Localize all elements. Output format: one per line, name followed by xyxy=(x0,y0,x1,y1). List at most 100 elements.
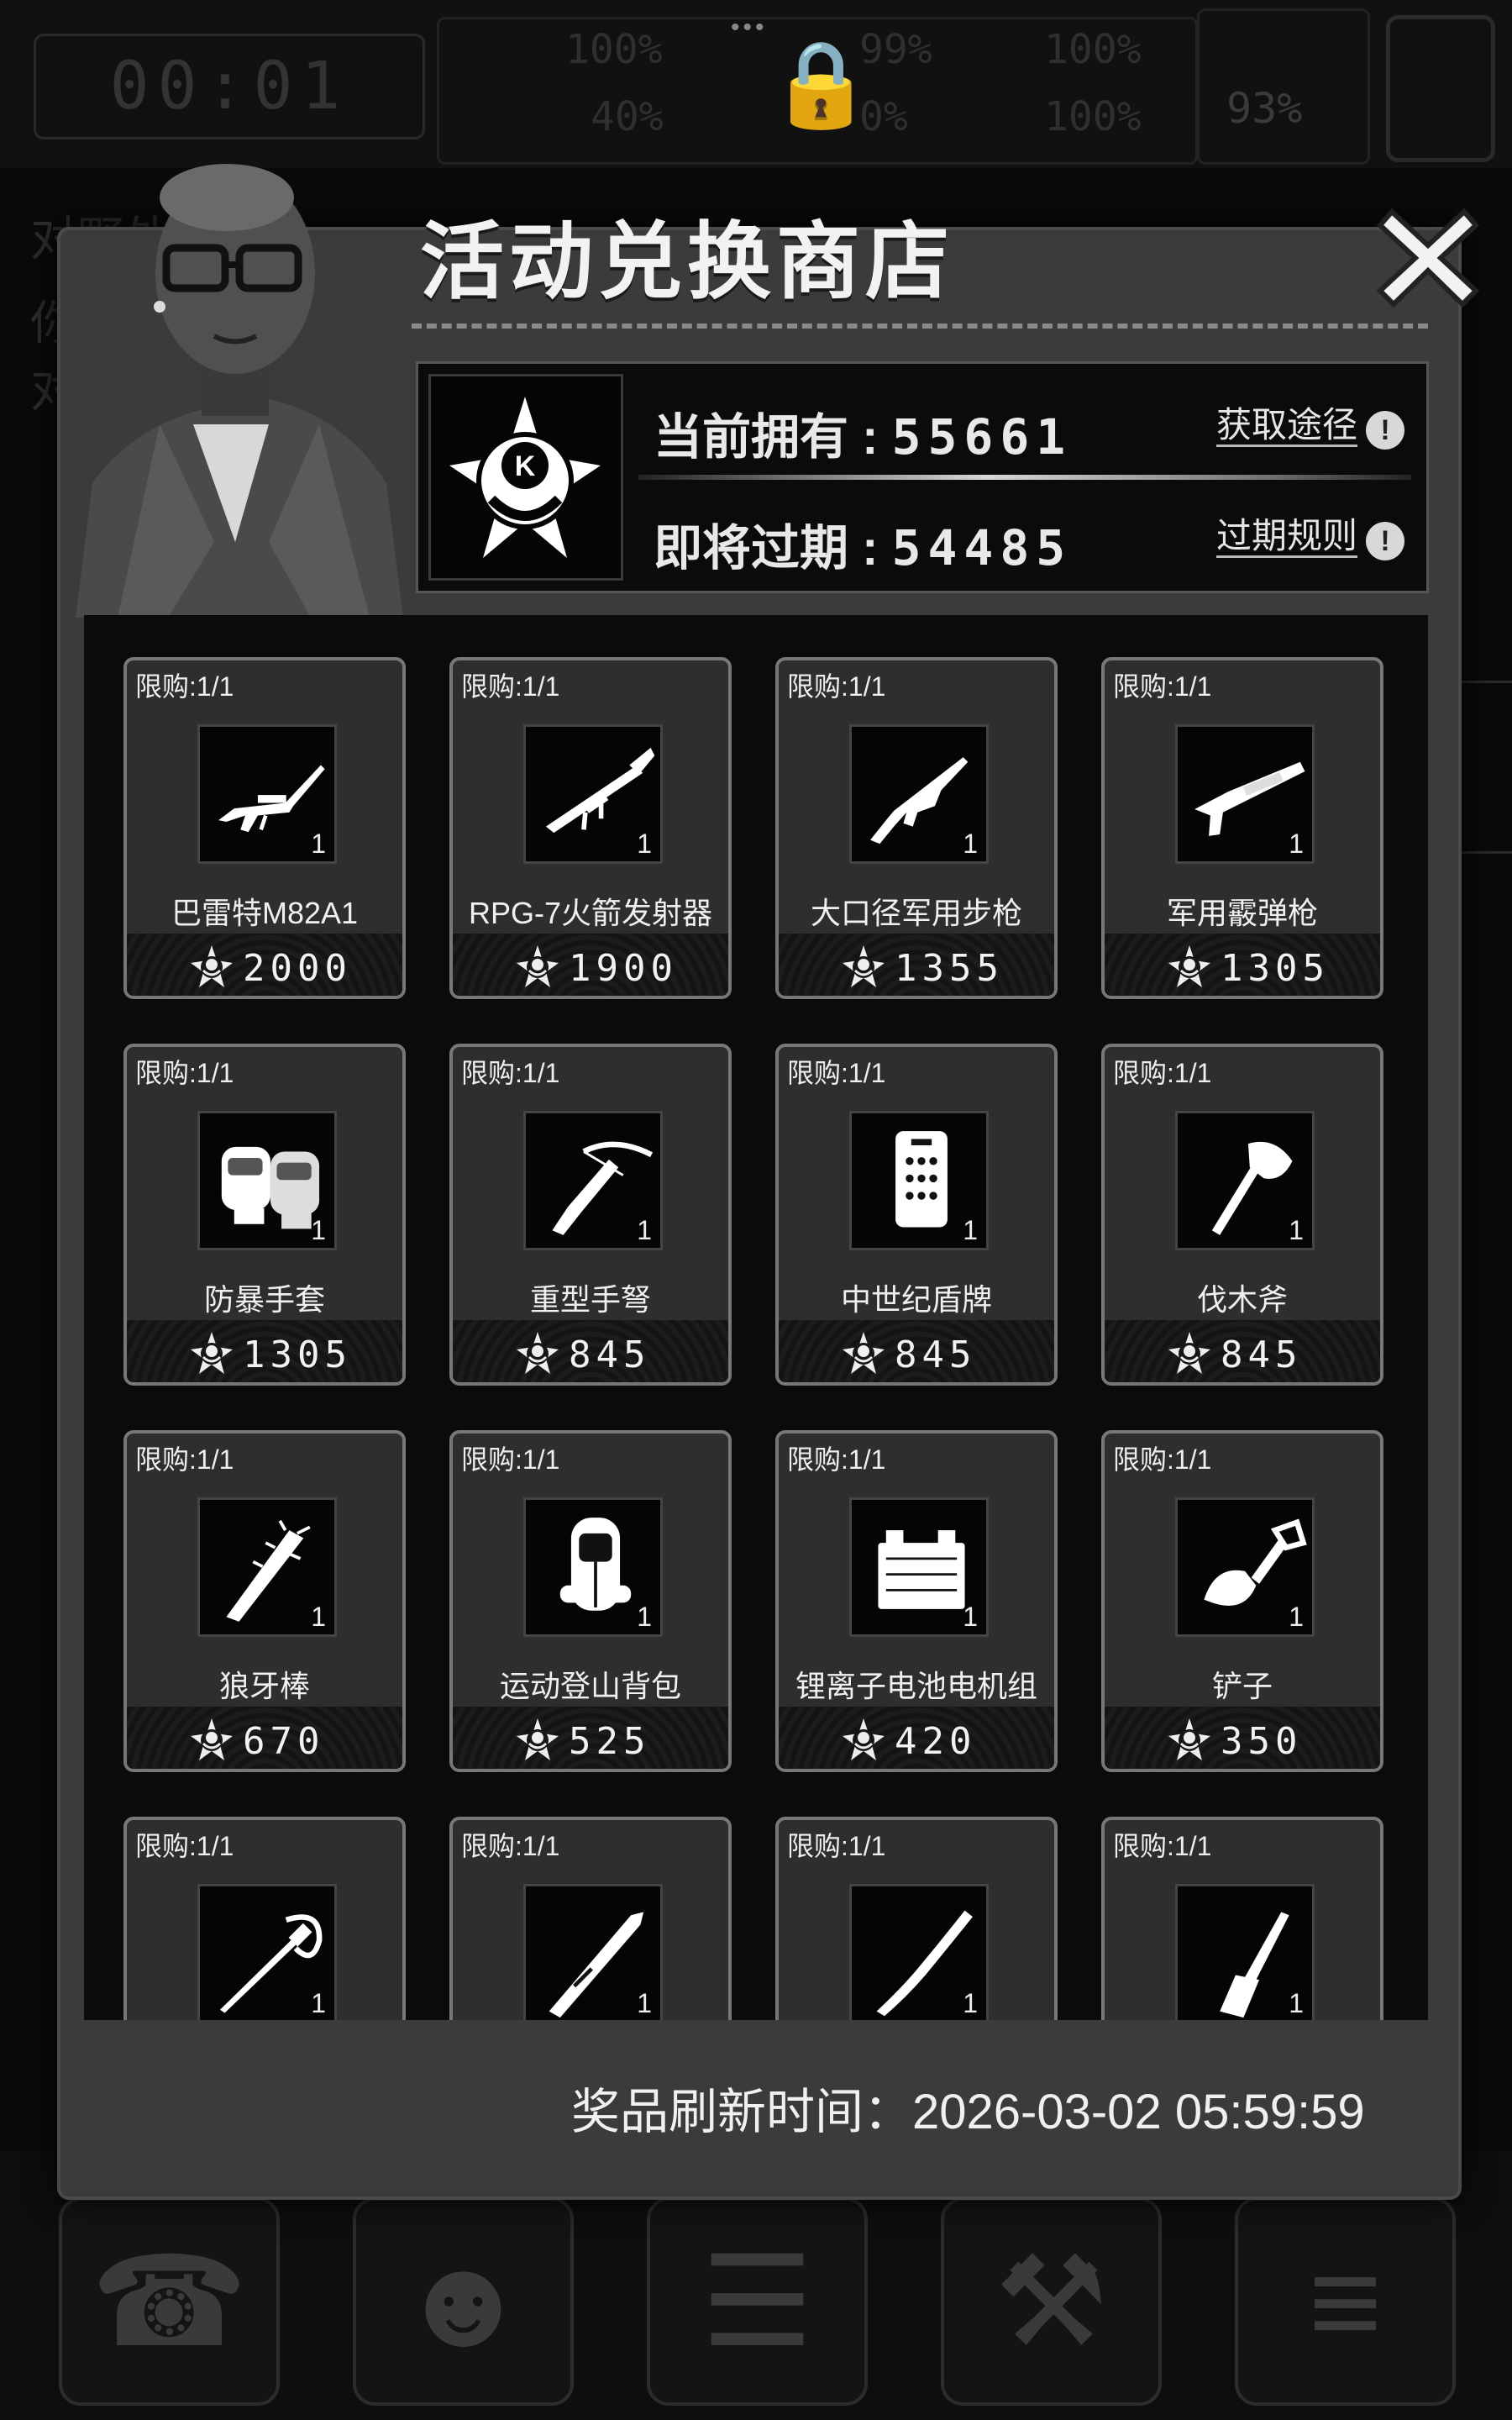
shop-item-card[interactable]: 限购:1/1 1 RPG-7火箭发射器 1900 xyxy=(449,657,732,999)
more-dots-icon[interactable]: ••• xyxy=(731,13,768,42)
item-quantity: 1 xyxy=(311,829,326,859)
npc-portrait xyxy=(76,164,403,618)
item-icon-frame: 1 xyxy=(1175,724,1315,864)
item-quantity: 1 xyxy=(963,1988,978,2018)
purchase-limit: 限购:1/1 xyxy=(787,671,886,702)
shop-item-card[interactable]: 限购:1/1 1 大口径军用步枪 1355 xyxy=(775,657,1058,999)
purchase-limit: 限购:1/1 xyxy=(461,1444,560,1475)
info-icon[interactable]: ! xyxy=(1366,522,1404,560)
item-name: 大口径军用步枪 xyxy=(810,896,1022,930)
currency-divider xyxy=(638,475,1411,480)
item-price: 350 xyxy=(1221,1720,1303,1763)
item-name: 中世纪盾牌 xyxy=(840,1282,992,1317)
item-name: 巴雷特M82A1 xyxy=(171,896,359,930)
nav-skills-button[interactable]: ☻ xyxy=(353,2197,574,2406)
item-price: 845 xyxy=(895,1334,977,1376)
item-name: 军用霰弹枪 xyxy=(1166,896,1318,930)
price-bar: 845 xyxy=(779,1320,1054,1382)
shop-item-card[interactable]: 限购:1/1 1 巴雷特M82A1 2000 xyxy=(123,657,406,999)
item-quantity: 1 xyxy=(1289,829,1304,859)
expiring-label: 即将过期 xyxy=(654,521,849,576)
hud-status-percent: 93% xyxy=(1226,84,1303,133)
purchase-limit: 限购:1/1 xyxy=(1113,671,1212,702)
token-coin-icon xyxy=(843,1718,885,1760)
item-price: 1305 xyxy=(243,1334,352,1376)
item-quantity: 1 xyxy=(637,829,652,859)
item-icon-frame: 1 xyxy=(197,1884,337,2020)
item-icon-frame: 1 xyxy=(1175,1111,1315,1250)
item-price: 1355 xyxy=(895,947,1004,990)
item-quantity: 1 xyxy=(637,1602,652,1632)
item-name: 防暴手套 xyxy=(203,1282,325,1317)
item-quantity: 1 xyxy=(1289,1602,1304,1632)
token-coin-icon xyxy=(1168,1332,1210,1374)
shop-item-card[interactable]: 限购:1/1 1 伐木斧 845 xyxy=(1101,1044,1383,1386)
phone-icon[interactable] xyxy=(1386,15,1495,162)
item-price: 1305 xyxy=(1221,947,1330,990)
close-icon xyxy=(1376,208,1480,308)
item-name: 狼牙棒 xyxy=(218,1669,310,1703)
menu-list-icon: ≡ xyxy=(1308,2231,1383,2372)
shop-item-card[interactable]: 限购:1/1 1 xyxy=(123,1817,406,2020)
top-hud: 00:01 100% 99% 100% 40% 0% 100% 🔒 ••• 93… xyxy=(0,0,1512,168)
item-icon-frame: 1 xyxy=(197,1111,337,1250)
item-icon-frame: 1 xyxy=(849,1497,989,1637)
shop-item-card[interactable]: 限购:1/1 1 重型手弩 845 xyxy=(449,1044,732,1386)
item-quantity: 1 xyxy=(1289,1215,1304,1245)
cart-icon: ⚒ xyxy=(995,2231,1108,2372)
item-icon-frame: 1 xyxy=(1175,1497,1315,1637)
item-icon-frame: 1 xyxy=(197,724,337,864)
brain-icon: ☻ xyxy=(396,2231,530,2372)
shop-item-card[interactable]: 限购:1/1 1 军用霰弹枪 1305 xyxy=(1101,657,1383,999)
token-coin-icon xyxy=(1168,945,1210,987)
item-grid[interactable]: 限购:1/1 1 巴雷特M82A1 2000 限购:1/1 1 RPG-7火箭发射器 1900… xyxy=(84,615,1428,2020)
item-quantity: 1 xyxy=(311,1602,326,1632)
shop-item-card[interactable]: 限购:1/1 1 xyxy=(775,1817,1058,2020)
expire-rules-link[interactable]: 过期规则 xyxy=(1216,516,1358,559)
token-coin-icon xyxy=(517,945,559,987)
item-price: 420 xyxy=(895,1720,977,1763)
shop-item-card[interactable]: 限购:1/1 1 铲子 350 xyxy=(1101,1430,1383,1772)
token-coin-icon xyxy=(191,945,233,987)
price-bar: 420 xyxy=(779,1707,1054,1769)
shop-item-card[interactable]: 限购:1/1 1 xyxy=(449,1817,732,2020)
item-price: 845 xyxy=(1221,1334,1303,1376)
nav-menu-button[interactable]: ≡ xyxy=(1235,2197,1456,2406)
item-icon-frame: 1 xyxy=(197,1497,337,1637)
shop-item-card[interactable]: 限购:1/1 1 防暴手套 1305 xyxy=(123,1044,406,1386)
owned-row: 当前拥有 : 55661 xyxy=(654,408,1073,466)
shop-item-card[interactable]: 限购:1/1 1 锂离子电池电机组 420 xyxy=(775,1430,1058,1772)
lock-icon: 🔒 xyxy=(769,37,874,131)
purchase-limit: 限购:1/1 xyxy=(135,671,234,702)
close-button[interactable] xyxy=(1373,202,1483,311)
item-name: 锂离子电池电机组 xyxy=(795,1669,1037,1703)
purchase-limit: 限购:1/1 xyxy=(135,1831,234,1861)
nav-shop-button[interactable]: ⚒ xyxy=(941,2197,1162,2406)
obtain-methods-link[interactable]: 获取途径 xyxy=(1216,405,1358,448)
price-bar: 350 xyxy=(1105,1707,1380,1769)
purchase-limit: 限购:1/1 xyxy=(461,671,560,702)
purchase-limit: 限购:1/1 xyxy=(135,1444,234,1475)
item-icon-frame: 1 xyxy=(523,1111,663,1250)
refresh-timestamp: 2026-03-02 05:59:59 xyxy=(912,2085,1365,2139)
shop-item-card[interactable]: 限购:1/1 1 运动登山背包 525 xyxy=(449,1430,732,1772)
item-name: RPG-7火箭发射器 xyxy=(468,896,713,930)
token-coin-icon xyxy=(517,1718,559,1760)
purchase-limit: 限购:1/1 xyxy=(787,1058,886,1088)
item-quantity: 1 xyxy=(311,1215,326,1245)
purchase-limit: 限购:1/1 xyxy=(461,1058,560,1088)
purchase-limit: 限购:1/1 xyxy=(1113,1058,1212,1088)
info-icon[interactable]: ! xyxy=(1366,411,1404,450)
shop-item-card[interactable]: 限购:1/1 1 中世纪盾牌 845 xyxy=(775,1044,1058,1386)
price-bar: 670 xyxy=(127,1707,402,1769)
owned-label: 当前拥有 xyxy=(654,410,849,465)
item-name: 伐木斧 xyxy=(1196,1282,1288,1317)
shop-item-card[interactable]: 限购:1/1 1 xyxy=(1101,1817,1383,2020)
nav-backpack-button[interactable]: ☎ xyxy=(59,2197,280,2406)
item-price: 1900 xyxy=(569,947,678,990)
hud-timer: 00:01 xyxy=(34,34,425,139)
shop-item-card[interactable]: 限购:1/1 1 狼牙棒 670 xyxy=(123,1430,406,1772)
title-divider xyxy=(412,324,1428,329)
refresh-time: 奖品刷新时间：2026-03-02 05:59:59 xyxy=(571,2072,1365,2143)
nav-journal-button[interactable]: ☰ xyxy=(647,2197,868,2406)
